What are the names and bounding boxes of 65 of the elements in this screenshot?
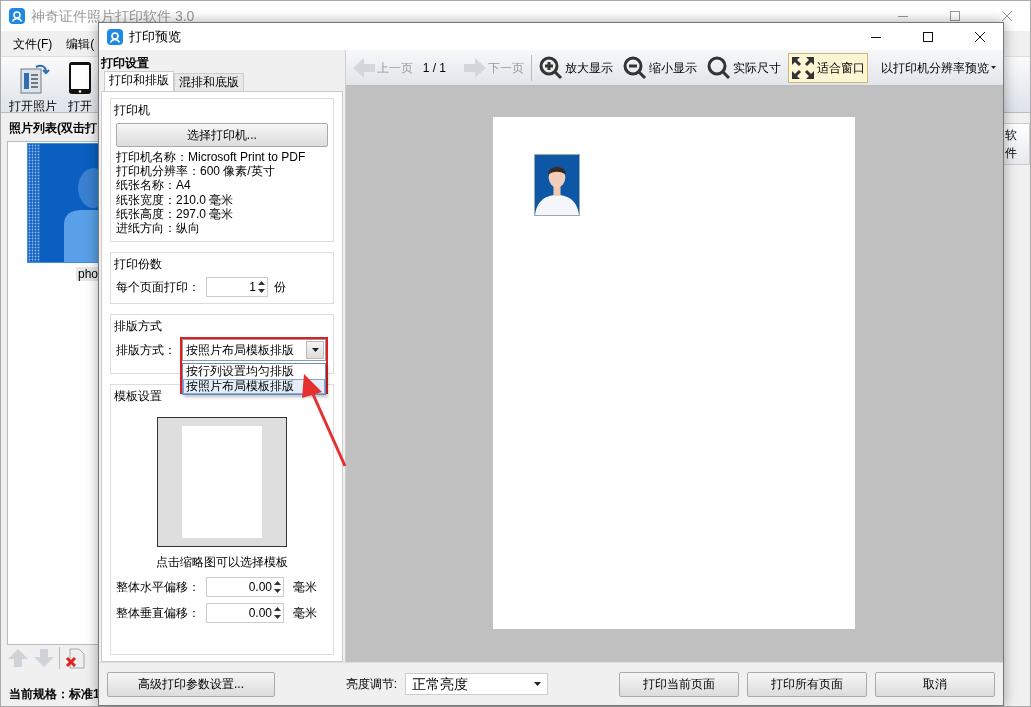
zoom-in-icon — [539, 55, 563, 80]
number-input[interactable]: 1 — [208, 278, 256, 297]
field-label: 整体水平偏移： — [116, 579, 200, 597]
spinner-arrows-icon[interactable] — [258, 281, 265, 294]
template-hint: 点击缩略图可以选择模板 — [154, 554, 289, 572]
printer-info-text: 纸张宽度：210.0 毫米 — [116, 192, 235, 207]
left-arrow-icon — [352, 57, 375, 78]
printer-info-text: 纸张高度：297.0 毫米 — [116, 206, 235, 221]
close-icon[interactable] — [975, 31, 985, 42]
caret-icon — [311, 348, 319, 353]
unit-label: 毫米 — [293, 605, 317, 623]
advanced-settings-button[interactable]: 高级打印参数设置... — [107, 671, 275, 697]
printer-info-text: 进纸方向：纵向 — [116, 221, 201, 236]
field-label: 亮度调节: — [345, 676, 398, 693]
number-input[interactable]: 0.00 — [208, 604, 272, 623]
photo-label: pho — [76, 267, 101, 281]
spinner-arrows-icon[interactable] — [274, 607, 281, 620]
dialog-button[interactable]: 打印所有页面 — [747, 671, 867, 697]
app-icon — [9, 8, 25, 24]
tab[interactable]: 打印和排版 — [104, 71, 174, 91]
dropdown-option[interactable]: 按行列设置均匀排版 — [183, 364, 325, 380]
template-thumbnail[interactable] — [156, 417, 287, 548]
group-title: 打印机 — [114, 101, 150, 119]
caret-icon — [991, 66, 996, 69]
printer-info-text: 打印机名称：Microsoft Print to PDF — [116, 150, 307, 165]
field-label: 排版方式： — [116, 342, 176, 360]
unit-label: 份 — [274, 279, 286, 297]
toolbar-button[interactable]: 缩小显示 — [620, 52, 700, 83]
brightness-dropdown[interactable]: 正常亮度 — [405, 673, 549, 695]
printer-info-text: 纸张名称：A4 — [116, 178, 192, 193]
photo-thumbnail[interactable] — [28, 144, 98, 262]
panel-title: 照片列表(双击打 — [9, 120, 97, 137]
toolbar-button[interactable]: 以打印机分辨率预览 — [878, 55, 999, 80]
dialog-button[interactable]: 取消 — [875, 671, 995, 697]
menu-item[interactable]: 文件(F) — [13, 34, 53, 53]
field-label: 整体垂直偏移： — [116, 605, 200, 623]
spinner-arrows-icon[interactable] — [274, 581, 281, 594]
printer-info-text: 打印机分辨率：600 像素/英寸 — [116, 164, 276, 179]
field-label: 每个页面打印： — [116, 279, 200, 297]
delete-file-icon[interactable] — [64, 647, 86, 669]
number-spinner[interactable]: 1 — [206, 277, 268, 298]
page-indicator: 1 / 1 — [421, 59, 447, 77]
right-arrow-icon — [464, 57, 486, 78]
app-icon — [107, 28, 123, 45]
select-printer-button[interactable]: 选择打印机... — [116, 123, 328, 147]
toolbar-button[interactable]: 放大显示 — [536, 52, 616, 83]
magnifier-icon — [707, 55, 731, 80]
zoom-out-icon — [623, 55, 647, 80]
expand-arrows-icon — [791, 55, 815, 80]
unit-label: 毫米 — [293, 579, 317, 597]
dialog-button[interactable]: 打印当前页面 — [619, 671, 739, 697]
toolbar-button[interactable]: 实际尺寸 — [704, 52, 784, 83]
dropdown-option[interactable]: 按照片布局模板排版 — [183, 379, 325, 395]
toolbar-button[interactable]: 适合窗口 — [788, 52, 868, 83]
number-spinner[interactable]: 0.00 — [206, 603, 284, 624]
section-title: 打印设置 — [101, 55, 150, 71]
number-spinner[interactable]: 0.00 — [206, 577, 284, 598]
number-input[interactable]: 0.00 — [208, 578, 272, 597]
dialog-title: 打印预览 — [129, 27, 182, 46]
tab[interactable]: 混排和底版 — [174, 73, 244, 91]
layout-dropdown[interactable]: 按照片布局模板排版 — [182, 339, 326, 362]
maximize-icon[interactable] — [923, 31, 933, 42]
menu-item[interactable]: 编辑( — [66, 34, 95, 53]
phone-icon — [67, 61, 93, 95]
caret-icon — [534, 682, 542, 686]
